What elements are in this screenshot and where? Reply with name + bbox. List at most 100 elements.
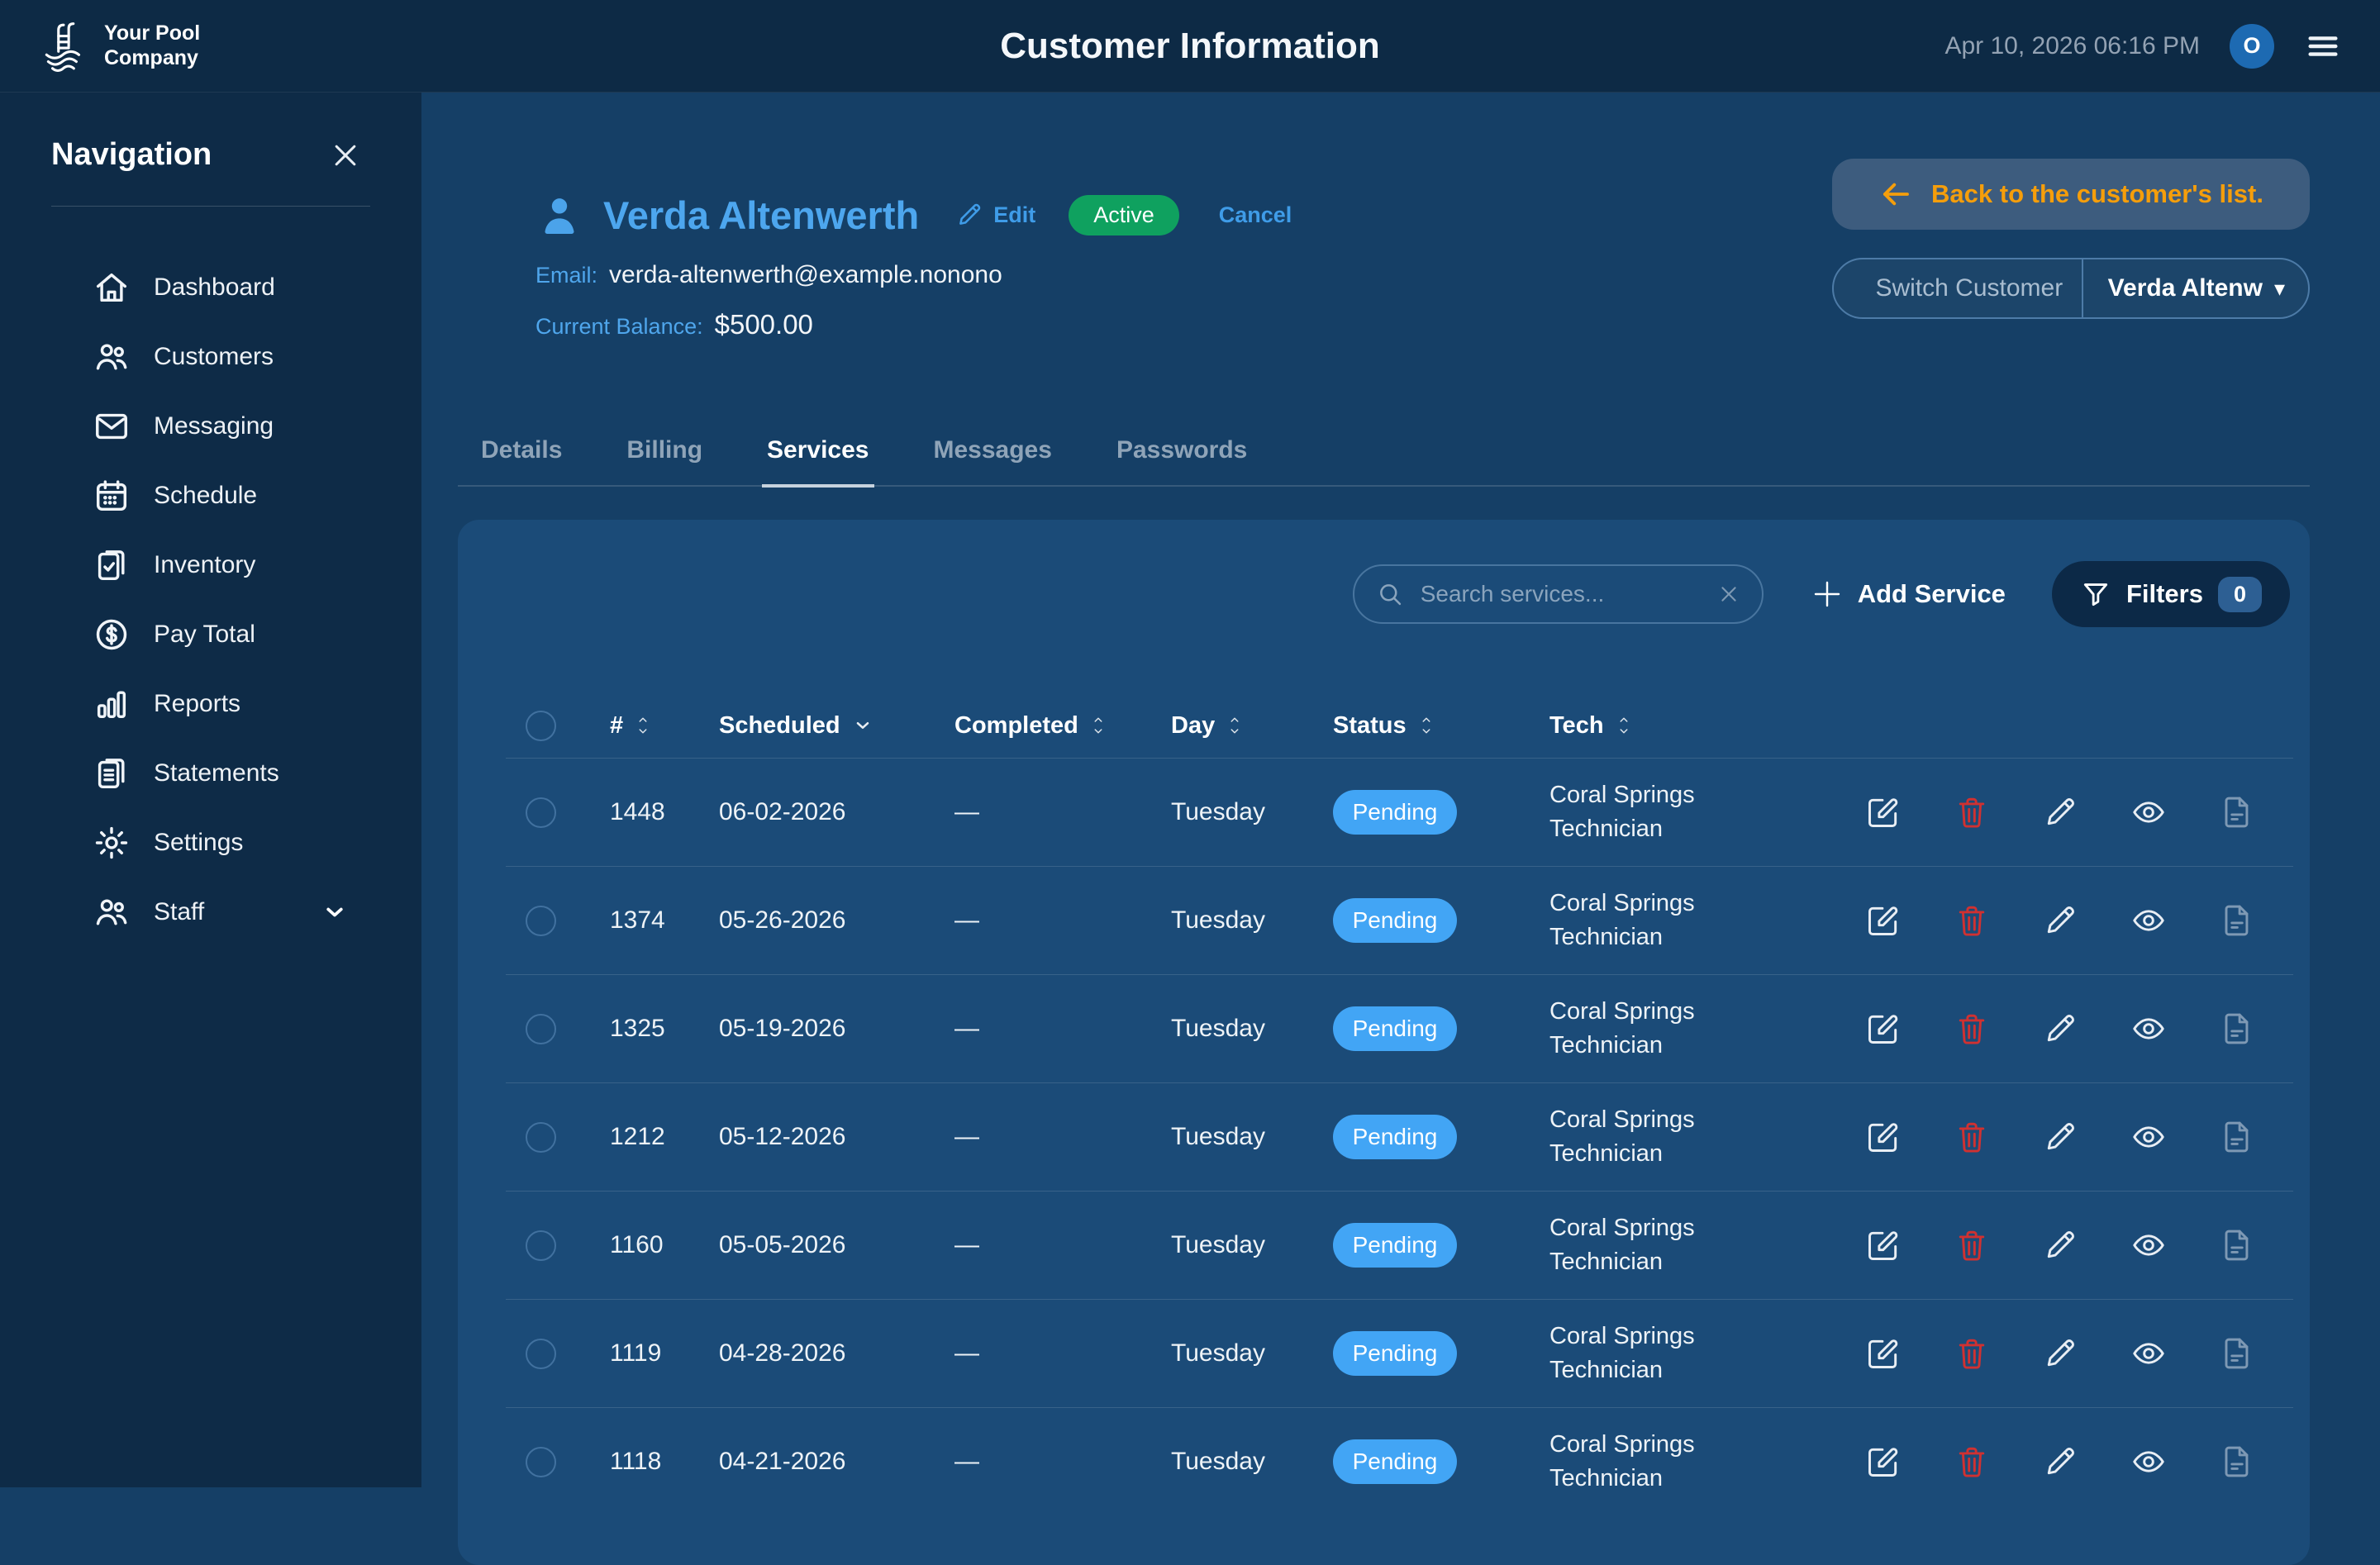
quick-edit-icon[interactable] [2042,794,2078,830]
view-service-icon[interactable] [2130,902,2167,939]
service-document-icon[interactable] [2219,1335,2255,1372]
logo-text-line2: Company [104,46,200,71]
service-document-icon[interactable] [2219,794,2255,830]
row-checkbox[interactable] [526,1014,556,1044]
row-checkbox[interactable] [526,797,556,828]
tab-billing[interactable]: Billing [621,436,707,485]
sidebar-item-schedule[interactable]: Schedule [0,461,421,530]
service-day: Tuesday [1143,1231,1333,1259]
service-day: Tuesday [1143,798,1333,826]
company-logo[interactable]: Your Pool Company [38,19,200,74]
service-document-icon[interactable] [2219,1119,2255,1155]
row-checkbox[interactable] [526,1230,556,1261]
quick-edit-icon[interactable] [2042,1444,2078,1480]
search-input[interactable] [1419,580,1702,608]
row-checkbox[interactable] [526,1339,556,1369]
arrow-left-icon [1878,177,1913,212]
switch-customer-control[interactable]: Switch Customer Verda Altenw ▾ [1832,258,2310,319]
quick-edit-icon[interactable] [2042,902,2078,939]
row-checkbox[interactable] [526,1122,556,1153]
service-tech: Coral Springs Technician [1549,1211,1756,1278]
sidebar-item-staff[interactable]: Staff [0,878,421,947]
back-to-customers-button[interactable]: Back to the customer's list. [1832,159,2310,230]
service-number: 1118 [582,1448,691,1476]
service-scheduled-date: 04-28-2026 [691,1339,926,1368]
quick-edit-icon[interactable] [2042,1227,2078,1263]
edit-service-icon[interactable] [1865,902,1902,939]
service-document-icon[interactable] [2219,902,2255,939]
row-actions [1857,1444,2293,1480]
status-badge: Pending [1333,1006,1457,1051]
tab-services[interactable]: Services [762,436,873,488]
delete-service-icon[interactable] [1954,1119,1990,1155]
row-checkbox[interactable] [526,906,556,936]
tab-passwords[interactable]: Passwords [1111,436,1252,485]
column-header-day[interactable]: Day [1143,712,1333,740]
quick-edit-icon[interactable] [2042,1011,2078,1047]
view-service-icon[interactable] [2130,1119,2167,1155]
sidebar-item-pay-total[interactable]: Pay Total [0,600,421,669]
column-header-completed[interactable]: Completed [926,712,1143,740]
service-document-icon[interactable] [2219,1227,2255,1263]
staff-icon [93,893,131,931]
column-header-num[interactable]: # [582,712,691,740]
tab-details[interactable]: Details [476,436,567,485]
sidebar-item-statements[interactable]: Statements [0,739,421,808]
delete-service-icon[interactable] [1954,1011,1990,1047]
filters-button[interactable]: Filters 0 [2052,561,2290,627]
delete-service-icon[interactable] [1954,1335,1990,1372]
edit-service-icon[interactable] [1865,1227,1902,1263]
clear-search-icon[interactable] [1717,583,1740,606]
sidebar-item-inventory[interactable]: Inventory [0,530,421,600]
service-tech: Coral Springs Technician [1549,887,1756,954]
service-document-icon[interactable] [2219,1444,2255,1480]
edit-customer-button[interactable]: Edit [955,201,1035,229]
delete-service-icon[interactable] [1954,794,1990,830]
sidebar-item-settings[interactable]: Settings [0,808,421,878]
delete-service-icon[interactable] [1954,1444,1990,1480]
edit-service-icon[interactable] [1865,1335,1902,1372]
sidebar-item-dashboard[interactable]: Dashboard [0,253,421,322]
view-service-icon[interactable] [2130,794,2167,830]
tab-messages[interactable]: Messages [929,436,1057,485]
sidebar-item-customers[interactable]: Customers [0,322,421,392]
service-number: 1160 [582,1231,691,1259]
add-service-button[interactable]: Add Service [1805,576,2011,612]
sidebar-item-reports[interactable]: Reports [0,669,421,739]
edit-service-icon[interactable] [1865,794,1902,830]
sidebar-item-messaging[interactable]: Messaging [0,392,421,461]
table-row: 121205-12-2026—TuesdayPendingCoral Sprin… [506,1082,2293,1191]
delete-service-icon[interactable] [1954,1227,1990,1263]
person-icon [536,191,583,239]
chevron-down-icon[interactable] [321,898,349,926]
search-services-box[interactable] [1353,564,1764,624]
quick-edit-icon[interactable] [2042,1119,2078,1155]
edit-service-icon[interactable] [1865,1119,1902,1155]
table-row: 144806-02-2026—TuesdayPendingCoral Sprin… [506,758,2293,866]
table-row: 111804-21-2026—TuesdayPendingCoral Sprin… [506,1407,2293,1515]
hamburger-menu-icon[interactable] [2304,27,2342,65]
cancel-link[interactable]: Cancel [1219,202,1292,228]
pencil-icon [955,201,983,229]
view-service-icon[interactable] [2130,1335,2167,1372]
service-tech: Coral Springs Technician [1549,1320,1756,1387]
service-day: Tuesday [1143,1123,1333,1151]
select-all-checkbox[interactable] [526,711,556,741]
service-day: Tuesday [1143,1339,1333,1368]
column-header-status[interactable]: Status [1333,712,1549,740]
column-header-scheduled[interactable]: Scheduled [691,712,926,740]
view-service-icon[interactable] [2130,1011,2167,1047]
column-header-tech[interactable]: Tech [1549,712,1857,740]
edit-service-icon[interactable] [1865,1444,1902,1480]
quick-edit-icon[interactable] [2042,1335,2078,1372]
user-avatar[interactable]: O [2230,24,2274,69]
delete-service-icon[interactable] [1954,902,1990,939]
view-service-icon[interactable] [2130,1444,2167,1480]
edit-service-icon[interactable] [1865,1011,1902,1047]
service-document-icon[interactable] [2219,1011,2255,1047]
close-icon[interactable] [329,139,362,172]
row-checkbox[interactable] [526,1447,556,1477]
view-service-icon[interactable] [2130,1227,2167,1263]
balance-value: $500.00 [715,309,813,340]
service-day: Tuesday [1143,1015,1333,1043]
